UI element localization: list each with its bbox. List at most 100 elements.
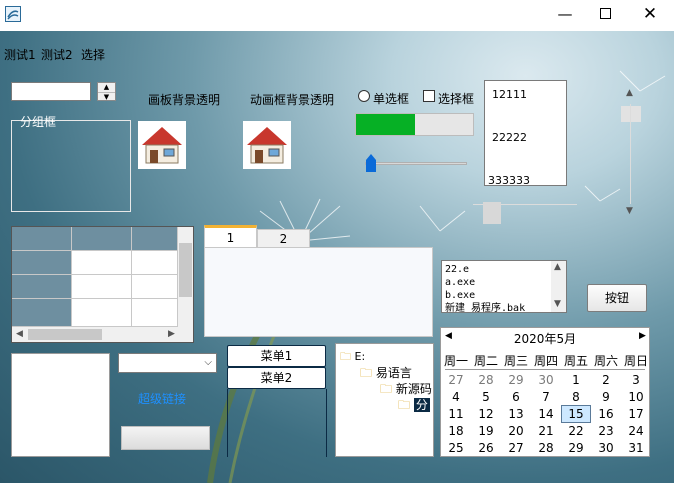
- list-item[interactable]: 22.e: [445, 263, 545, 276]
- calendar-next-icon[interactable]: ▶: [639, 331, 646, 341]
- radio-button[interactable]: [358, 90, 370, 102]
- menu-item-test2[interactable]: 测试2: [41, 46, 73, 63]
- scroll-thumb[interactable]: [28, 329, 102, 340]
- calendar-day[interactable]: 18: [441, 422, 471, 440]
- hyperlink[interactable]: 超级链接: [138, 390, 186, 407]
- grid-cell[interactable]: [72, 251, 132, 275]
- menu-item-select[interactable]: 选择: [81, 46, 105, 63]
- scroll-thumb[interactable]: [621, 106, 641, 123]
- calendar-day[interactable]: 7: [531, 388, 561, 406]
- tree-view[interactable]: 🗀 E: 🗀 易语言 🗀 新源码 🗀 分: [335, 343, 434, 457]
- minimize-icon[interactable]: —: [545, 0, 585, 28]
- chevron-down-icon[interactable]: ⌵: [204, 357, 212, 368]
- tab-2[interactable]: 2: [257, 229, 310, 248]
- listbox[interactable]: 12111 22222 333333: [484, 80, 567, 187]
- title-bar[interactable]: — ✕: [0, 0, 674, 31]
- scroll-up-icon[interactable]: ▲: [554, 262, 561, 272]
- calendar-day[interactable]: 17: [621, 405, 651, 423]
- calendar-day[interactable]: 19: [471, 422, 501, 440]
- spinner[interactable]: ▲ ▼: [97, 82, 116, 101]
- list-item[interactable]: 333333: [488, 174, 530, 187]
- list-item[interactable]: 12111: [492, 88, 527, 101]
- grid-cell[interactable]: [132, 275, 178, 299]
- calendar-day[interactable]: 28: [531, 439, 561, 457]
- spinner-down-icon[interactable]: ▼: [98, 93, 115, 102]
- slider-track[interactable]: [365, 162, 467, 165]
- scroll-up-icon[interactable]: ▲: [626, 88, 633, 98]
- calendar-day[interactable]: 29: [561, 439, 591, 457]
- menu-button-1[interactable]: 菜单1: [227, 345, 326, 367]
- calendar-day[interactable]: 24: [621, 422, 651, 440]
- calendar-day[interactable]: 16: [591, 405, 621, 423]
- calendar-day[interactable]: 12: [471, 405, 501, 423]
- calendar-day[interactable]: 4: [441, 388, 471, 406]
- menu-button-2[interactable]: 菜单2: [227, 367, 326, 389]
- grid-cell[interactable]: [72, 299, 132, 327]
- tab-label: 1: [226, 231, 235, 245]
- scroll-down-icon[interactable]: ▼: [554, 299, 561, 309]
- grid-cell[interactable]: [132, 251, 178, 275]
- file-listbox[interactable]: 22.e a.exe b.exe 新建 易程序.bak ▲ ▼: [441, 260, 567, 313]
- calendar-day[interactable]: 5: [471, 388, 501, 406]
- calendar-day[interactable]: 14: [531, 405, 561, 423]
- scroll-left-icon[interactable]: ◀: [16, 329, 23, 339]
- calendar-day[interactable]: 30: [591, 439, 621, 457]
- calendar-weekday: 周日: [623, 354, 648, 368]
- calendar-title[interactable]: 2020年5月: [441, 330, 649, 347]
- grid-table[interactable]: ◀ ▶: [11, 226, 194, 343]
- calendar-day[interactable]: 22: [561, 422, 591, 440]
- calendar-day[interactable]: 1: [561, 371, 591, 389]
- tab-1[interactable]: 1: [204, 225, 257, 248]
- tree-node[interactable]: 🗀 分: [398, 396, 430, 417]
- list-item[interactable]: a.exe: [445, 276, 545, 289]
- calendar-day[interactable]: 13: [501, 405, 531, 423]
- grid-cell[interactable]: [132, 299, 178, 327]
- horizontal-scrollbar[interactable]: [465, 199, 585, 225]
- scroll-thumb[interactable]: [483, 202, 502, 224]
- calendar-day[interactable]: 28: [471, 371, 501, 389]
- calendar-day[interactable]: 29: [501, 371, 531, 389]
- text-input[interactable]: [11, 82, 91, 101]
- calendar-day[interactable]: 21: [531, 422, 561, 440]
- folder-icon: 🗀: [380, 382, 393, 396]
- calendar-day[interactable]: 30: [531, 371, 561, 389]
- calendar-day[interactable]: 6: [501, 388, 531, 406]
- slider-thumb[interactable]: [365, 154, 376, 172]
- combobox[interactable]: ⌵: [118, 353, 217, 373]
- calendar-day[interactable]: 15: [561, 405, 591, 423]
- calendar-day[interactable]: 27: [501, 439, 531, 457]
- push-button[interactable]: 按钮: [587, 284, 647, 312]
- calendar-day[interactable]: 3: [621, 371, 651, 389]
- file-list-vscroll[interactable]: ▲ ▼: [551, 261, 566, 312]
- maximize-icon[interactable]: [600, 8, 611, 19]
- calendar-day[interactable]: 31: [621, 439, 651, 457]
- menu-item-test1[interactable]: 测试1: [4, 46, 36, 63]
- scroll-thumb[interactable]: [179, 243, 192, 297]
- scroll-down-icon[interactable]: ▼: [626, 206, 633, 216]
- grid-cell[interactable]: [72, 275, 132, 299]
- vertical-scrollbar[interactable]: ▲ ▼: [619, 86, 643, 220]
- checkbox[interactable]: [423, 90, 435, 102]
- calendar-day[interactable]: 9: [591, 388, 621, 406]
- calendar-day[interactable]: 25: [441, 439, 471, 457]
- calendar-weekday: 周四: [533, 354, 558, 368]
- spinner-up-icon[interactable]: ▲: [98, 83, 115, 93]
- calendar-day[interactable]: 27: [441, 371, 471, 389]
- scroll-right-icon[interactable]: ▶: [168, 329, 175, 339]
- list-item[interactable]: 22222: [492, 131, 527, 144]
- calendar-day[interactable]: 26: [471, 439, 501, 457]
- list-item[interactable]: b.exe: [445, 289, 545, 302]
- calendar-day[interactable]: 20: [501, 422, 531, 440]
- calendar-day[interactable]: 10: [621, 388, 651, 406]
- grid-vscroll[interactable]: [178, 227, 193, 327]
- grid-hscroll[interactable]: ◀ ▶: [12, 327, 193, 342]
- close-icon[interactable]: ✕: [630, 0, 670, 28]
- calendar-day[interactable]: 23: [591, 422, 621, 440]
- calendar-day[interactable]: 11: [441, 405, 471, 423]
- calendar-day[interactable]: 8: [561, 388, 591, 406]
- scroll-track: [630, 104, 631, 204]
- list-item[interactable]: 新建 易程序.bak: [445, 302, 545, 312]
- calendar[interactable]: ◀ 2020年5月 ▶ 周一 周二 周三 周四 周五 周六 周日 27 28 29 30 1 2 3 4 5…: [440, 327, 650, 457]
- anim-house-picture: [243, 121, 291, 169]
- calendar-day[interactable]: 2: [591, 371, 621, 389]
